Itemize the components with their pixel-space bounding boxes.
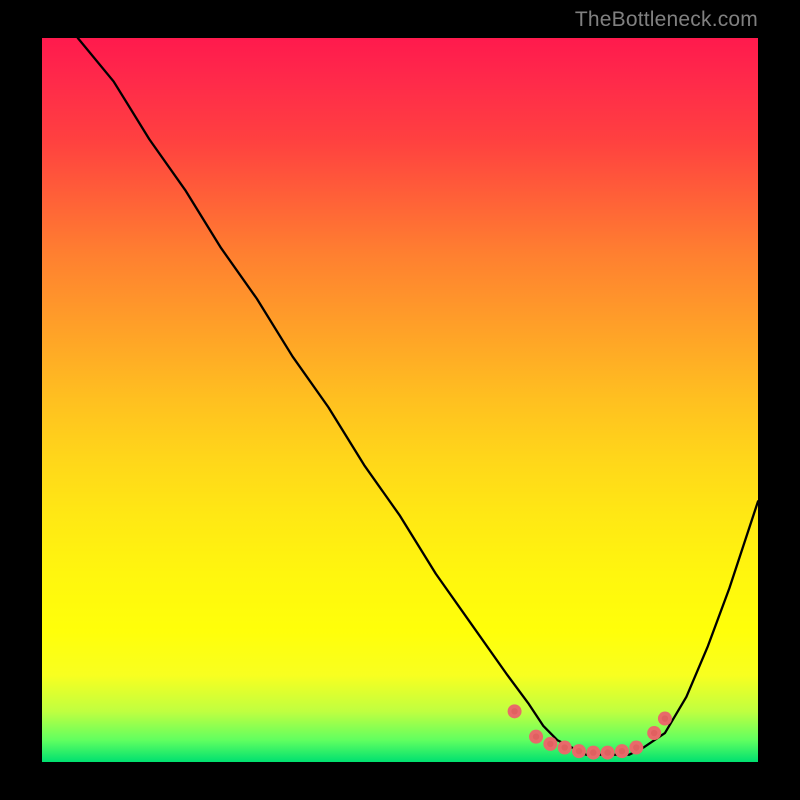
- plot-area: [42, 38, 758, 762]
- marker-dot: [543, 737, 557, 751]
- marker-dot-core: [619, 748, 625, 754]
- marker-dot-core: [561, 744, 567, 750]
- marker-dot: [572, 744, 586, 758]
- marker-dot: [658, 712, 672, 726]
- chart-frame: TheBottleneck.com: [0, 0, 800, 800]
- marker-dot: [647, 726, 661, 740]
- chart-svg: [42, 38, 758, 762]
- marker-dot-core: [533, 733, 539, 739]
- marker-dot-core: [604, 749, 610, 755]
- bottleneck-curve: [78, 38, 758, 755]
- marker-dot: [529, 730, 543, 744]
- marker-dots: [508, 704, 672, 759]
- marker-dot: [601, 746, 615, 760]
- marker-dot: [586, 746, 600, 760]
- marker-dot-core: [576, 748, 582, 754]
- marker-dot-core: [511, 708, 517, 714]
- curve-path: [78, 38, 758, 755]
- marker-dot-core: [590, 749, 596, 755]
- marker-dot: [615, 744, 629, 758]
- marker-dot: [558, 741, 572, 755]
- marker-dot-core: [547, 741, 553, 747]
- marker-dot: [629, 741, 643, 755]
- marker-dot-core: [633, 744, 639, 750]
- marker-dot-core: [651, 730, 657, 736]
- attribution-text: TheBottleneck.com: [575, 8, 758, 32]
- marker-dot-core: [662, 715, 668, 721]
- marker-dot: [508, 704, 522, 718]
